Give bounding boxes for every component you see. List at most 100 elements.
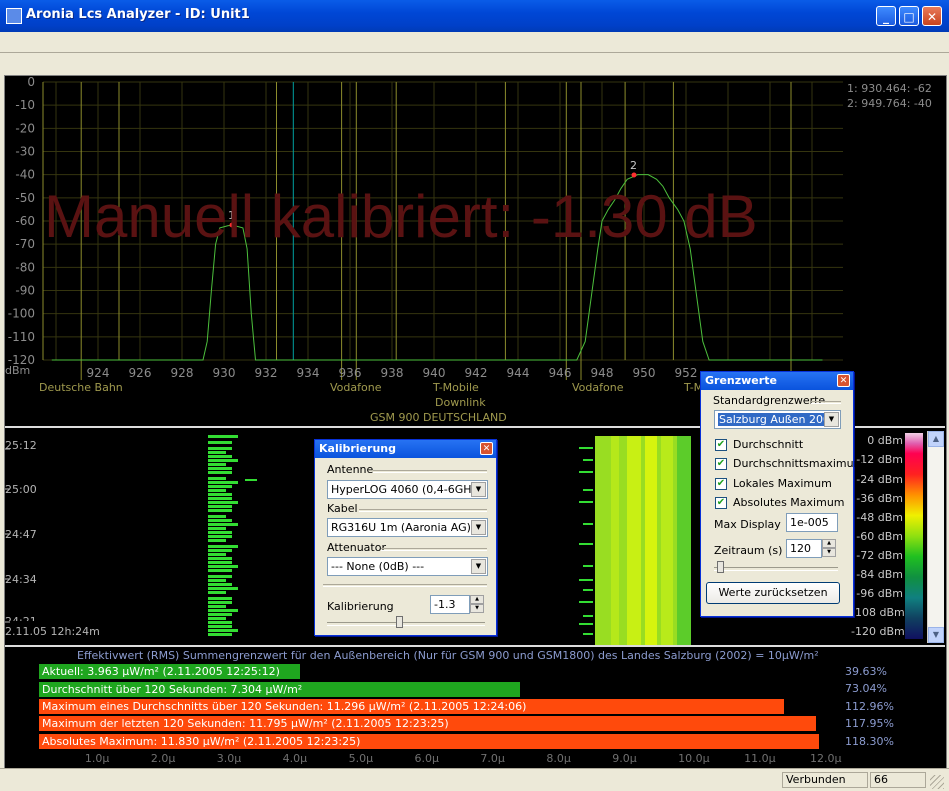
pct-aktuell: 39.63% bbox=[845, 665, 887, 678]
waterfall-segment bbox=[579, 601, 593, 603]
x-tick-label: 938 bbox=[381, 366, 404, 380]
waterfall-segment bbox=[208, 629, 238, 632]
lokales-maximum-checkbox[interactable]: ✔ bbox=[715, 478, 727, 490]
antenne-select[interactable]: HyperLOG 4060 (0,4-6GHz) ▼ bbox=[327, 480, 488, 499]
chevron-down-icon[interactable]: ▼ bbox=[471, 520, 486, 535]
marker-readout-2: 2: 949.764: -40 bbox=[847, 97, 932, 110]
kabel-separator bbox=[359, 509, 487, 512]
kalibrierung-input[interactable]: -1.3 bbox=[430, 595, 470, 614]
title-bar[interactable]: Aronia Lcs Analyzer - ID: Unit1 _ □ ✕ bbox=[0, 0, 949, 33]
waterfall-segment bbox=[208, 435, 238, 438]
spin-up-icon[interactable]: ▲ bbox=[470, 595, 484, 604]
kalibrierung-close-button[interactable]: ✕ bbox=[480, 442, 493, 455]
kalibrierung-slider-thumb[interactable] bbox=[396, 616, 403, 628]
chevron-down-icon[interactable]: ▼ bbox=[471, 559, 486, 574]
kalibrierung-label: Kalibrierung bbox=[327, 600, 394, 613]
x-tick-label: 948 bbox=[591, 366, 614, 380]
waterfall-segment bbox=[208, 463, 226, 466]
waterfall-segment bbox=[208, 601, 232, 604]
grenzwerte-title-bar[interactable]: Grenzwerte bbox=[701, 372, 853, 390]
waterfall-segment bbox=[579, 501, 593, 503]
waterfall-scrollbar[interactable]: ▲ ▼ bbox=[927, 431, 944, 643]
waterfall-segment bbox=[245, 479, 257, 481]
scale-label: 7.0µ bbox=[480, 752, 505, 765]
color-scale-bar bbox=[905, 433, 923, 639]
minimize-button[interactable]: _ bbox=[876, 6, 896, 26]
chevron-down-icon[interactable]: ▼ bbox=[471, 482, 486, 497]
scroll-up-button[interactable]: ▲ bbox=[928, 431, 944, 447]
kalibrierung-slider-track[interactable] bbox=[327, 622, 485, 626]
window-title: Aronia Lcs Analyzer - ID: Unit1 bbox=[26, 7, 250, 22]
kabel-value: RG316U 1m (Aaronia AG) bbox=[331, 521, 471, 534]
scale-label: 8.0µ bbox=[546, 752, 571, 765]
grenzwerte-dialog[interactable]: Grenzwerte ✕ Standardgrenzwerte Salzburg… bbox=[700, 371, 864, 617]
x-tick-label: 932 bbox=[255, 366, 278, 380]
kalibrierung-title-bar[interactable]: Kalibrierung bbox=[315, 440, 496, 458]
y-tick-label: -40 bbox=[15, 168, 35, 182]
x-tick-label: 934 bbox=[297, 366, 320, 380]
standard-label: Standardgrenzwerte bbox=[713, 394, 826, 407]
waterfall-segment bbox=[579, 623, 593, 625]
antenne-value: HyperLOG 4060 (0,4-6GHz) bbox=[331, 483, 482, 496]
durchschnitt-label: Durchschnitt bbox=[733, 438, 804, 451]
dbm-label-24: -24 dBm bbox=[856, 473, 903, 486]
spin-down-icon[interactable]: ▼ bbox=[470, 604, 484, 613]
x-tick-label: 940 bbox=[423, 366, 446, 380]
waterfall-segment bbox=[208, 459, 238, 462]
waterfall-segment bbox=[579, 447, 593, 449]
waterfall-segment bbox=[583, 459, 593, 461]
zeitraum-spinner[interactable]: ▲ ▼ bbox=[822, 539, 836, 558]
waterfall-segment bbox=[579, 579, 593, 581]
zeitraum-input[interactable]: 120 bbox=[786, 539, 822, 558]
standard-select[interactable]: Salzburg Außen 2002 ▼ bbox=[714, 410, 841, 429]
attenuator-value: --- None (0dB) --- bbox=[331, 560, 425, 573]
status-bar: Verbunden 66 bbox=[0, 768, 949, 791]
scroll-down-button[interactable]: ▼ bbox=[928, 627, 944, 643]
waterfall-segment bbox=[208, 451, 226, 454]
reset-values-button[interactable]: Werte zurücksetzen bbox=[706, 582, 840, 604]
attenuator-separator bbox=[381, 548, 487, 551]
unit-label: dBm bbox=[5, 364, 30, 377]
grenzwerte-close-button[interactable]: ✕ bbox=[837, 374, 850, 387]
x-tick-label: 944 bbox=[507, 366, 530, 380]
resize-grip[interactable] bbox=[930, 775, 944, 789]
durchschnittsmaximum-label: Durchschnittsmaximum bbox=[733, 457, 865, 470]
app-icon[interactable] bbox=[6, 8, 22, 24]
attenuator-select[interactable]: --- None (0dB) --- ▼ bbox=[327, 557, 488, 576]
waterfall-segment bbox=[583, 523, 593, 525]
waterfall-segment bbox=[208, 539, 226, 542]
chevron-down-icon[interactable]: ▼ bbox=[824, 412, 839, 427]
scale-label: 9.0µ bbox=[612, 752, 637, 765]
durchschnitt-checkbox[interactable]: ✔ bbox=[715, 439, 727, 451]
spin-down-icon[interactable]: ▼ bbox=[822, 548, 836, 557]
kalibrierung-dialog[interactable]: Kalibrierung ✕ Antenne HyperLOG 4060 (0,… bbox=[314, 439, 497, 636]
waterfall-segment bbox=[208, 485, 232, 488]
antenne-separator bbox=[373, 470, 487, 473]
waterfall-segment bbox=[208, 561, 232, 564]
waterfall-segment bbox=[208, 633, 232, 636]
dbm-label-48: -48 dBm bbox=[856, 511, 903, 524]
zeitraum-slider-track[interactable] bbox=[714, 567, 838, 571]
kalibrierung-spinner[interactable]: ▲ ▼ bbox=[470, 595, 484, 614]
zeitraum-slider-thumb[interactable] bbox=[717, 561, 724, 573]
lokales-maximum-label: Lokales Maximum bbox=[733, 477, 832, 490]
max-display-input[interactable]: 1e-005 bbox=[786, 513, 838, 532]
scale-label: 5.0µ bbox=[348, 752, 374, 765]
absolutes-maximum-checkbox[interactable]: ✔ bbox=[715, 497, 727, 509]
waterfall-segment bbox=[208, 535, 232, 538]
y-tick-label: -100 bbox=[8, 307, 35, 321]
waterfall-segment bbox=[208, 477, 226, 480]
waterfall-segment bbox=[208, 527, 226, 530]
band-label-vodafone-1: Vodafone bbox=[330, 381, 382, 394]
maximize-button[interactable]: □ bbox=[899, 6, 919, 26]
close-button[interactable]: ✕ bbox=[922, 6, 942, 26]
marker-2 bbox=[631, 172, 637, 178]
absolutes-maximum-label: Absolutes Maximum bbox=[733, 496, 845, 509]
spin-up-icon[interactable]: ▲ bbox=[822, 539, 836, 548]
durchschnittsmaximum-checkbox[interactable]: ✔ bbox=[715, 458, 727, 470]
pct-max-letzte: 117.95% bbox=[845, 717, 894, 730]
waterfall-segment bbox=[208, 489, 226, 492]
dbm-label-72: -72 dBm bbox=[856, 549, 903, 562]
kabel-select[interactable]: RG316U 1m (Aaronia AG) ▼ bbox=[327, 518, 488, 537]
kabel-label: Kabel bbox=[327, 502, 358, 515]
